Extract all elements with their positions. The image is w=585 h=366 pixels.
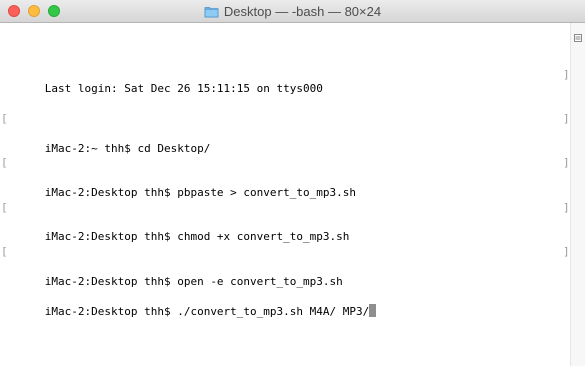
line-right-marker: ] <box>563 245 570 259</box>
line-right-marker: ] <box>563 111 570 125</box>
terminal-line-text: Last login: Sat Dec 26 15:11:15 on ttys0… <box>44 82 323 96</box>
line-right-marker: ] <box>563 156 570 170</box>
terminal-line-text: iMac-2:Desktop thh$ ./convert_to_mp3.sh … <box>44 305 370 319</box>
terminal-line: [ iMac-2:Desktop thh$ open -e convert_to… <box>1 245 570 288</box>
title-container: Desktop — -bash — 80×24 <box>0 0 585 22</box>
folder-icon <box>204 5 219 18</box>
terminal-line: iMac-2:Desktop thh$ ./convert_to_mp3.sh … <box>5 290 570 318</box>
terminal-window: Desktop — -bash — 80×24 Last login: Sat … <box>0 0 585 366</box>
line-left-marker: [ <box>1 200 8 214</box>
terminal-line: Last login: Sat Dec 26 15:11:15 on ttys0… <box>5 67 570 96</box>
terminal-line: [ iMac-2:Desktop thh$ pbpaste > convert_… <box>1 156 570 199</box>
text-cursor <box>369 304 377 318</box>
terminal-line: [ iMac-2:~ thh$ cd Desktop/ ] <box>1 111 570 155</box>
terminal-line-text: iMac-2:~ thh$ cd Desktop/ <box>44 141 211 155</box>
terminal-line-text: iMac-2:Desktop thh$ chmod +x convert_to_… <box>44 230 350 244</box>
line-right-marker: ] <box>563 67 570 81</box>
terminal-line-text: iMac-2:Desktop thh$ pbpaste > convert_to… <box>44 185 357 199</box>
line-left-marker: [ <box>1 156 8 170</box>
vertical-scrollbar[interactable] <box>570 23 585 366</box>
line-left-marker: [ <box>1 245 8 259</box>
scroll-marker-icon <box>574 29 582 42</box>
line-left-marker: [ <box>1 111 8 125</box>
terminal-line: [ iMac-2:Desktop thh$ chmod +x convert_t… <box>1 200 570 244</box>
window-title: Desktop — -bash — 80×24 <box>223 3 382 19</box>
line-right-marker: ] <box>563 200 570 214</box>
terminal-line-text: iMac-2:Desktop thh$ open -e convert_to_m… <box>44 274 343 288</box>
terminal-output[interactable]: Last login: Sat Dec 26 15:11:15 on ttys0… <box>0 23 570 366</box>
title-bar[interactable]: Desktop — -bash — 80×24 <box>0 0 585 23</box>
